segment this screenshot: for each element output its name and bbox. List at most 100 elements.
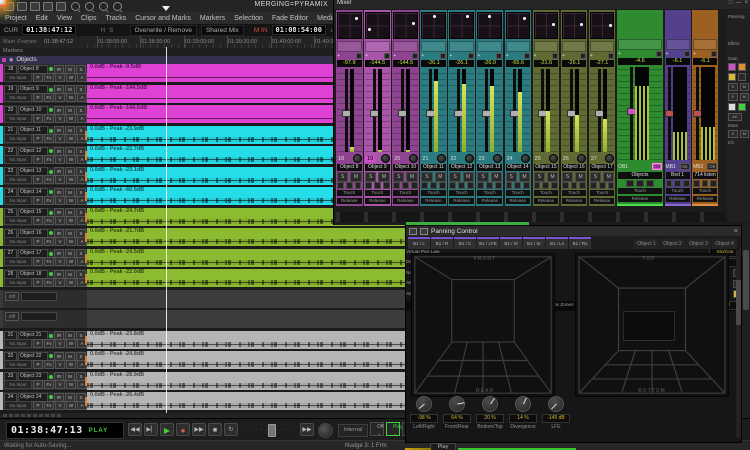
trim-knob[interactable]: [549, 154, 558, 163]
solo-button[interactable]: S: [562, 172, 573, 182]
track-p-button[interactable]: P: [33, 73, 43, 82]
record-button[interactable]: ●: [176, 423, 190, 436]
solo-button[interactable]: S: [449, 172, 460, 182]
stop-button[interactable]: ■: [208, 423, 222, 436]
sidebar-effect-label[interactable]: Effect: [728, 41, 749, 46]
track-fx-button[interactable]: Fx: [44, 216, 54, 225]
knob[interactable]: [416, 396, 432, 412]
track-w-button[interactable]: W: [66, 237, 76, 246]
track-fx-button[interactable]: Fx: [44, 73, 54, 82]
sidebar-mute-label[interactable]: Mute: [728, 123, 749, 128]
route-button[interactable]: [356, 53, 362, 59]
track-v-button[interactable]: V: [55, 380, 65, 389]
automation-mini-button[interactable]: [458, 182, 465, 189]
track-p-button[interactable]: P: [33, 155, 43, 164]
trim-knob[interactable]: [521, 154, 530, 163]
minimize-icon[interactable]: —: [735, 0, 741, 6]
track-p-button[interactable]: P: [33, 257, 43, 266]
release-button[interactable]: Release: [421, 198, 446, 204]
pan-xy-pad[interactable]: [590, 12, 615, 39]
sidebar-mute-button[interactable]: M: [740, 93, 750, 101]
track-a-button[interactable]: A: [77, 93, 87, 102]
track-w-button[interactable]: W: [66, 93, 76, 102]
route-button[interactable]: [580, 53, 586, 59]
object-tab[interactable]: Object 3: [686, 239, 711, 249]
release-button[interactable]: Release: [506, 198, 531, 204]
channel-name[interactable]: Object 17: [590, 164, 615, 171]
sidebar-gain-label[interactable]: Gain: [728, 56, 749, 61]
track-a-button[interactable]: A: [77, 237, 87, 246]
track-input-selector[interactable]: No Input: [4, 257, 32, 266]
fader[interactable]: [696, 67, 699, 160]
automation-mini-button[interactable]: [506, 182, 513, 189]
track-fx-button[interactable]: Fx: [44, 134, 54, 143]
menu-item[interactable]: Clips: [81, 15, 97, 22]
track-v-button[interactable]: V: [55, 114, 65, 123]
bus-name[interactable]: 714 listen: [693, 172, 717, 179]
fader[interactable]: [630, 67, 633, 160]
mute-button[interactable]: M: [603, 172, 614, 182]
trim-knob[interactable]: [381, 154, 390, 163]
insert-slot[interactable]: [365, 41, 390, 52]
bus-channel-tab[interactable]: B1 / C: [454, 237, 476, 249]
solo-button[interactable]: S: [421, 172, 432, 182]
zoom-out-icon[interactable]: [99, 2, 108, 11]
track-fx-button[interactable]: Fx: [44, 401, 54, 410]
track-w-button[interactable]: W: [66, 278, 76, 287]
sidebar-panning-label[interactable]: Panning: [728, 14, 749, 19]
record-ready-indicator[interactable]: [49, 190, 53, 194]
track-v-button[interactable]: V: [55, 278, 65, 287]
route-button[interactable]: [524, 53, 530, 59]
channel-name[interactable]: Object 16: [562, 164, 587, 171]
track-p-button[interactable]: P: [33, 114, 43, 123]
add-insert-button[interactable]: +: [562, 53, 565, 59]
channel-name[interactable]: Object 8: [337, 164, 362, 171]
touch-button[interactable]: Touch: [477, 190, 502, 196]
fader[interactable]: [541, 69, 544, 152]
release-button[interactable]: Release: [534, 198, 559, 204]
track-p-button[interactable]: P: [33, 237, 43, 246]
color-swatch-magenta[interactable]: [728, 63, 736, 71]
fader[interactable]: [345, 69, 348, 152]
track-w-button[interactable]: W: [66, 114, 76, 123]
menu-item[interactable]: Markers: [200, 15, 225, 22]
menu-item[interactable]: Edit: [36, 15, 48, 22]
record-ready-indicator[interactable]: [49, 395, 53, 399]
add-insert-button[interactable]: +: [477, 53, 480, 59]
shuttle-slider[interactable]: [246, 427, 296, 432]
track-a-button[interactable]: A: [77, 401, 87, 410]
track-off-button[interactable]: Off: [5, 292, 19, 301]
bus-channel-tab[interactable]: B1 / Sr: [523, 237, 545, 249]
bus-output-badge[interactable]: O6: [707, 163, 717, 170]
fader[interactable]: [513, 69, 516, 152]
fader[interactable]: [429, 69, 432, 152]
automation-mini-button[interactable]: [523, 182, 530, 189]
touch-button[interactable]: Touch: [506, 190, 531, 196]
insert-slot[interactable]: [393, 41, 418, 52]
track-fx-button[interactable]: Fx: [44, 360, 54, 369]
track-input-selector[interactable]: No Input: [4, 237, 32, 246]
route-button[interactable]: [412, 53, 418, 59]
shuttle-thumb[interactable]: [268, 424, 276, 437]
fader[interactable]: [668, 67, 671, 160]
release-button[interactable]: Release: [562, 198, 587, 204]
zoom-in-icon[interactable]: [85, 2, 94, 11]
solo-button[interactable]: S: [393, 172, 404, 182]
insert-slot[interactable]: [693, 39, 717, 50]
track-input-selector[interactable]: No Input: [4, 196, 32, 205]
track-v-button[interactable]: V: [55, 360, 65, 369]
track-p-button[interactable]: P: [33, 134, 43, 143]
fast-forward-button[interactable]: ▶▶: [192, 423, 206, 436]
edit-mode[interactable]: Overwrite / Remove: [130, 25, 197, 36]
scrollbar-thumb[interactable]: [743, 250, 749, 310]
touch-button[interactable]: Touch: [590, 190, 615, 196]
open-project-icon[interactable]: [17, 2, 27, 11]
touch-button[interactable]: Touch: [449, 190, 474, 196]
automation-mini-button[interactable]: [608, 182, 615, 189]
knob[interactable]: [449, 396, 465, 412]
pan-xy-pad[interactable]: [421, 12, 446, 39]
mute-button[interactable]: M: [406, 172, 417, 182]
zoom-icon[interactable]: [71, 2, 80, 11]
insert-slot[interactable]: [618, 39, 662, 50]
track-w-button[interactable]: W: [66, 155, 76, 164]
